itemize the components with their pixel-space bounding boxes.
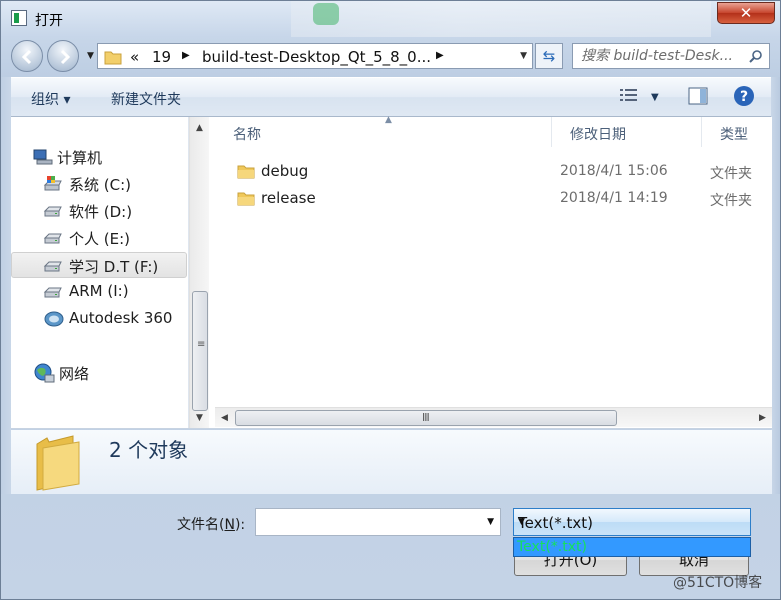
app-icon: [11, 10, 27, 26]
sidebar-item-label: Autodesk 360: [69, 309, 173, 327]
filename-field[interactable]: [260, 510, 470, 534]
filename-combobox[interactable]: ▼: [255, 508, 501, 536]
sidebar-item-drive-i[interactable]: ARM (I:): [11, 279, 187, 305]
file-type: 文件夹: [710, 166, 752, 182]
command-bar: 组织 ▾ 新建文件夹 ▼ ?: [11, 77, 772, 117]
breadcrumb-separator-icon[interactable]: ▶: [182, 50, 190, 61]
scroll-left-icon[interactable]: ◀: [221, 413, 228, 423]
file-type-dropdown-list[interactable]: Text(*.txt): [513, 537, 751, 557]
file-name: release: [261, 189, 316, 207]
folder-icon: [237, 165, 255, 179]
breadcrumb-19[interactable]: 19: [152, 48, 171, 66]
help-icon[interactable]: ?: [733, 85, 755, 107]
open-file-dialog: 打开 ✕ ▼ « 19 ▶ build-test-Desktop_Qt_5_8_…: [0, 0, 781, 600]
file-date: 2018/4/1 14:19: [560, 190, 668, 206]
refresh-arrows-icon: ⇆: [542, 47, 556, 65]
address-dropdown-icon[interactable]: ▼: [520, 51, 527, 61]
forward-arrow-icon: [60, 49, 71, 65]
file-list: 名称 ▲ 修改日期 类型 debug 2018/4/1 15:06 文件夹 re…: [215, 115, 772, 407]
filename-label: 文件名(N):: [177, 517, 246, 533]
details-pane: 2 个对象: [11, 430, 772, 494]
file-row-release[interactable]: release 2018/4/1 14:19 文件夹: [233, 186, 768, 212]
item-count: 2 个对象: [109, 438, 189, 462]
sidebar-item-drive-f[interactable]: 学习 D.T (F:): [11, 252, 187, 278]
sidebar-item-network[interactable]: 网络: [11, 360, 187, 386]
breadcrumb-separator-icon[interactable]: ▶: [436, 50, 444, 61]
scroll-down-icon[interactable]: ▼: [196, 413, 203, 423]
sort-ascending-icon: ▲: [385, 115, 392, 125]
navigation-bar: ▼ « 19 ▶ build-test-Desktop_Qt_5_8_0... …: [1, 37, 780, 77]
window-title: 打开: [35, 13, 63, 29]
drive-icon: [43, 261, 62, 272]
organize-button[interactable]: 组织 ▾: [31, 89, 70, 109]
breadcrumb-overflow[interactable]: «: [130, 48, 139, 66]
scroll-up-icon[interactable]: ▲: [196, 123, 203, 133]
scrollbar-thumb[interactable]: ≡: [192, 291, 208, 411]
dialog-footer: 文件名(N): ▼ Text(*.txt) ▼ 打开(O) 取消 Text(*.…: [1, 494, 780, 600]
close-button[interactable]: ✕: [717, 2, 775, 24]
view-dropdown-icon[interactable]: ▼: [651, 92, 659, 103]
sidebar-item-label: 网络: [59, 365, 90, 383]
file-type-option[interactable]: Text(*.txt): [517, 539, 587, 555]
file-name: debug: [261, 162, 309, 180]
sidebar-item-drive-c[interactable]: 系统 (C:): [11, 171, 187, 197]
search-box[interactable]: [572, 43, 770, 69]
file-type: 文件夹: [710, 193, 752, 209]
forward-button[interactable]: [47, 40, 79, 72]
file-list-scrollbar[interactable]: ◀ III ▶: [215, 407, 772, 427]
sidebar-item-drive-e[interactable]: 个人 (E:): [11, 225, 187, 251]
large-folder-icon: [36, 435, 80, 491]
history-dropdown-icon[interactable]: ▼: [87, 51, 94, 61]
sidebar-item-label: 学习 D.T (F:): [69, 258, 159, 276]
folder-icon: [237, 192, 255, 206]
filename-dropdown-icon[interactable]: ▼: [487, 517, 494, 527]
sidebar-item-autodesk-360[interactable]: Autodesk 360: [11, 306, 187, 332]
file-row-debug[interactable]: debug 2018/4/1 15:06 文件夹: [233, 159, 768, 185]
browser-content: 计算机 系统 (C:) 软件 (D:) 个人 (E:) 学习 D.T (F:) …: [11, 115, 772, 429]
sidebar-item-drive-d[interactable]: 软件 (D:): [11, 198, 187, 224]
title-bar[interactable]: 打开 ✕: [1, 1, 780, 37]
file-date: 2018/4/1 15:06: [560, 163, 668, 179]
window-frame-left: [1, 77, 11, 494]
column-header-date[interactable]: 修改日期: [552, 117, 702, 147]
cloud-drive-icon: [44, 311, 64, 327]
view-details-icon[interactable]: [619, 86, 641, 106]
search-icon[interactable]: [749, 49, 763, 63]
window-frame-right: [771, 77, 780, 494]
sidebar-item-label: 软件 (D:): [69, 203, 133, 221]
navigation-pane: 计算机 系统 (C:) 软件 (D:) 个人 (E:) 学习 D.T (F:) …: [11, 117, 189, 428]
filter-dropdown-icon[interactable]: ▼: [518, 517, 746, 527]
column-header-type[interactable]: 类型: [702, 117, 772, 147]
network-icon: [34, 363, 55, 383]
drive-icon: [43, 287, 62, 298]
drive-icon: [43, 206, 62, 217]
system-drive-icon: [43, 176, 62, 191]
sidebar-item-label: ARM (I:): [69, 282, 129, 300]
new-folder-button[interactable]: 新建文件夹: [111, 89, 181, 109]
sidebar-item-computer[interactable]: 计算机: [11, 144, 187, 170]
svg-text:?: ?: [740, 89, 748, 105]
breadcrumb-build-folder[interactable]: build-test-Desktop_Qt_5_8_0...: [202, 48, 431, 66]
back-button[interactable]: [11, 40, 43, 72]
file-type-filter[interactable]: Text(*.txt) ▼: [513, 508, 751, 536]
sidebar-item-label: 计算机: [57, 149, 103, 167]
navigation-pane-scrollbar[interactable]: ▲ ≡ ▼: [189, 117, 209, 428]
sidebar-item-label: 个人 (E:): [69, 230, 131, 248]
background-window-ghost: [291, 1, 711, 37]
watermark: @51CTO博客: [673, 575, 763, 591]
drive-icon: [43, 233, 62, 244]
refresh-button[interactable]: ⇆: [535, 43, 563, 69]
computer-icon: [33, 149, 53, 165]
address-bar[interactable]: « 19 ▶ build-test-Desktop_Qt_5_8_0... ▶ …: [97, 43, 533, 69]
column-header-name[interactable]: 名称 ▲: [215, 115, 552, 147]
search-input[interactable]: [581, 45, 749, 67]
back-arrow-icon: [21, 49, 32, 65]
folder-icon: [104, 51, 122, 65]
scroll-right-icon[interactable]: ▶: [759, 413, 766, 423]
background-app-icon: [313, 3, 339, 25]
preview-pane-icon[interactable]: [687, 86, 709, 106]
scrollbar-thumb[interactable]: III: [235, 410, 617, 426]
sidebar-item-label: 系统 (C:): [69, 176, 131, 194]
